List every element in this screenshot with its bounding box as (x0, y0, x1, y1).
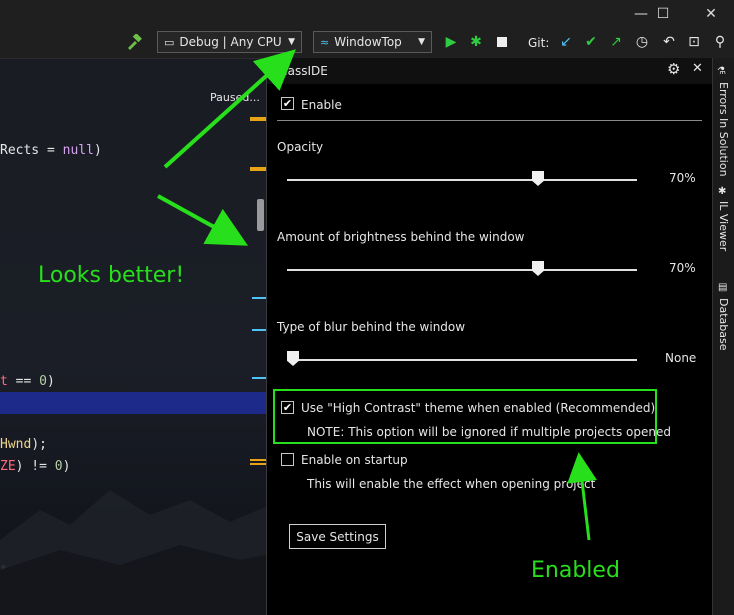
arrow-to-panel (157, 194, 249, 246)
arrow-to-checkbox (567, 452, 598, 541)
annotation-arrows (157, 49, 598, 541)
arrow-to-title (163, 49, 296, 169)
